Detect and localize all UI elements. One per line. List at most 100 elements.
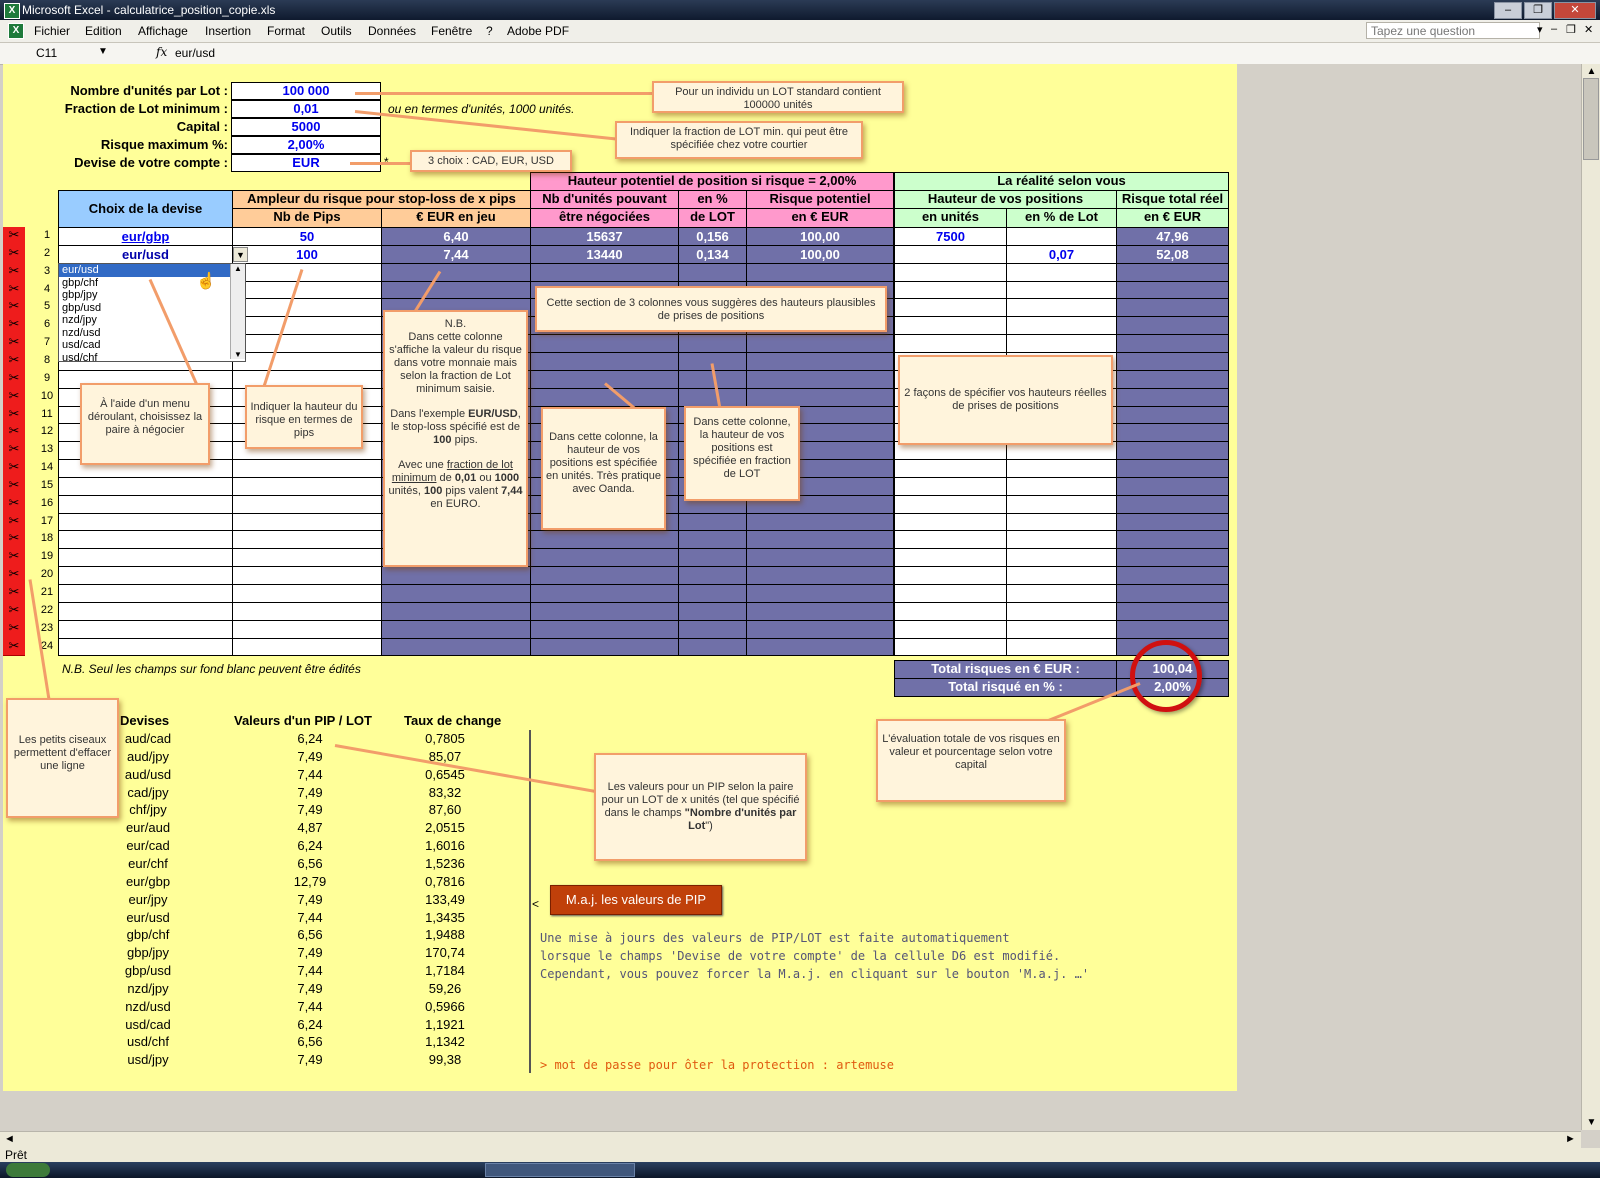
- grid-cell-my_pct[interactable]: [1006, 334, 1117, 353]
- dropdown-option[interactable]: eur/usd: [59, 264, 245, 277]
- horizontal-scrollbar[interactable]: ◄ ►: [0, 1131, 1581, 1149]
- lot-min-input[interactable]: 0,01: [231, 100, 381, 118]
- grid-cell-my_units[interactable]: [894, 334, 1007, 353]
- grid-cell-pips[interactable]: [232, 263, 382, 282]
- scissors-delete-row-icon[interactable]: ✂: [3, 406, 25, 424]
- grid-cell-pair[interactable]: eur/gbp: [58, 227, 233, 246]
- update-pip-button[interactable]: M.a.j. les valeurs de PIP: [550, 885, 722, 915]
- grid-cell-pips[interactable]: [232, 281, 382, 299]
- grid-cell-my_pct[interactable]: [1006, 316, 1117, 335]
- scissors-delete-row-icon[interactable]: ✂: [3, 227, 25, 246]
- close-button[interactable]: ✕: [1554, 2, 1596, 19]
- grid-cell-my_pct[interactable]: [1006, 602, 1117, 621]
- scissors-delete-row-icon[interactable]: ✂: [3, 495, 25, 514]
- grid-cell-pair[interactable]: [58, 530, 233, 549]
- grid-cell-pips[interactable]: [232, 584, 382, 603]
- dropdown-option[interactable]: usd/chf: [59, 352, 245, 365]
- grid-cell-pips[interactable]: [232, 620, 382, 639]
- grid-cell-pips[interactable]: [232, 566, 382, 585]
- scroll-left-icon[interactable]: ◄: [4, 1133, 15, 1145]
- vertical-scrollbar[interactable]: ▲ ▼: [1581, 64, 1600, 1130]
- menu-outils[interactable]: Outils: [321, 24, 352, 38]
- grid-cell-my_pct[interactable]: [1006, 566, 1117, 585]
- grid-cell-my_units[interactable]: [894, 620, 1007, 639]
- grid-cell-my_units[interactable]: [894, 548, 1007, 567]
- scroll-down-icon[interactable]: ▼: [231, 350, 245, 359]
- grid-cell-my_units[interactable]: [894, 495, 1007, 514]
- scissors-delete-row-icon[interactable]: ✂: [3, 620, 25, 639]
- scissors-delete-row-icon[interactable]: ✂: [3, 370, 25, 389]
- grid-cell-pips[interactable]: [232, 316, 382, 335]
- name-box[interactable]: C11: [36, 46, 57, 60]
- grid-cell-my_pct[interactable]: [1006, 477, 1117, 496]
- grid-cell-my_pct[interactable]: [1006, 620, 1117, 639]
- doc-restore-icon[interactable]: ❐: [1566, 23, 1576, 36]
- scissors-delete-row-icon[interactable]: ✂: [3, 602, 25, 621]
- scissors-delete-row-icon[interactable]: ✂: [3, 513, 25, 531]
- scroll-down-icon[interactable]: ▼: [1582, 1117, 1600, 1128]
- grid-cell-my_pct[interactable]: [1006, 638, 1117, 656]
- grid-cell-pair[interactable]: [58, 495, 233, 514]
- scissors-delete-row-icon[interactable]: ✂: [3, 441, 25, 460]
- scroll-up-icon[interactable]: ▲: [231, 264, 245, 273]
- workbook-icon[interactable]: X: [8, 23, 24, 39]
- grid-cell-my_pct[interactable]: [1006, 548, 1117, 567]
- menu-edition[interactable]: Edition: [85, 24, 122, 38]
- grid-cell-pips[interactable]: [232, 495, 382, 514]
- grid-cell-pips[interactable]: [232, 548, 382, 567]
- vertical-scroll-thumb[interactable]: [1583, 78, 1599, 160]
- grid-cell-my_units[interactable]: 7500: [894, 227, 1007, 246]
- grid-cell-pips[interactable]: [232, 352, 382, 371]
- dropdown-option[interactable]: usd/cad: [59, 339, 245, 352]
- grid-cell-my_units[interactable]: [894, 245, 1007, 264]
- grid-cell-my_pct[interactable]: [1006, 513, 1117, 531]
- scissors-delete-row-icon[interactable]: ✂: [3, 298, 25, 317]
- scissors-delete-row-icon[interactable]: ✂: [3, 548, 25, 567]
- grid-cell-my_pct[interactable]: [1006, 584, 1117, 603]
- scissors-delete-row-icon[interactable]: ✂: [3, 584, 25, 603]
- dropdown-option[interactable]: gbp/usd: [59, 302, 245, 315]
- scissors-delete-row-icon[interactable]: ✂: [3, 388, 25, 407]
- scroll-right-icon[interactable]: ►: [1565, 1133, 1576, 1145]
- grid-cell-pair[interactable]: [58, 477, 233, 496]
- start-button[interactable]: [6, 1163, 50, 1177]
- grid-cell-pair[interactable]: [58, 620, 233, 639]
- grid-cell-pair[interactable]: eur/usd: [58, 245, 233, 264]
- grid-cell-my_pct[interactable]: 0,07: [1006, 245, 1117, 264]
- scissors-delete-row-icon[interactable]: ✂: [3, 530, 25, 549]
- menu-help[interactable]: ?: [486, 24, 493, 38]
- doc-close-icon[interactable]: ✕: [1584, 23, 1593, 36]
- grid-cell-pair[interactable]: [58, 513, 233, 531]
- scissors-delete-row-icon[interactable]: ✂: [3, 477, 25, 496]
- scissors-delete-row-icon[interactable]: ✂: [3, 638, 25, 656]
- grid-cell-my_pct[interactable]: [1006, 263, 1117, 282]
- menu-fichier[interactable]: Fichier: [34, 24, 70, 38]
- scroll-up-icon[interactable]: ▲: [1582, 66, 1600, 77]
- grid-cell-pips[interactable]: [232, 638, 382, 656]
- chevron-down-icon[interactable]: ▾: [1537, 23, 1543, 36]
- grid-cell-my_pct[interactable]: [1006, 530, 1117, 549]
- scissors-delete-row-icon[interactable]: ✂: [3, 352, 25, 371]
- grid-cell-my_units[interactable]: [894, 530, 1007, 549]
- grid-cell-my_pct[interactable]: [1006, 459, 1117, 478]
- grid-cell-my_units[interactable]: [894, 263, 1007, 282]
- formula-input[interactable]: eur/usd: [175, 46, 215, 60]
- grid-cell-pips[interactable]: [232, 477, 382, 496]
- lot-units-input[interactable]: 100 000: [231, 82, 381, 100]
- menu-donnees[interactable]: Données: [368, 24, 416, 38]
- grid-cell-pips[interactable]: [232, 602, 382, 621]
- minimize-button[interactable]: –: [1494, 2, 1522, 19]
- pair-dropdown-list[interactable]: eur/usd gbp/chf gbp/jpy gbp/usd nzd/jpy …: [58, 263, 246, 365]
- grid-cell-my_pct[interactable]: [1006, 298, 1117, 317]
- grid-cell-pips[interactable]: [232, 334, 382, 353]
- scissors-delete-row-icon[interactable]: ✂: [3, 316, 25, 335]
- grid-cell-my_units[interactable]: [894, 638, 1007, 656]
- restore-button[interactable]: ❐: [1524, 2, 1552, 19]
- dropdown-scrollbar[interactable]: ▲ ▼: [230, 264, 245, 359]
- capital-input[interactable]: 5000: [231, 118, 381, 136]
- grid-cell-pips[interactable]: 100: [232, 245, 382, 264]
- menu-format[interactable]: Format: [267, 24, 305, 38]
- scissors-delete-row-icon[interactable]: ✂: [3, 423, 25, 442]
- scissors-delete-row-icon[interactable]: ✂: [3, 334, 25, 353]
- scissors-delete-row-icon[interactable]: ✂: [3, 281, 25, 299]
